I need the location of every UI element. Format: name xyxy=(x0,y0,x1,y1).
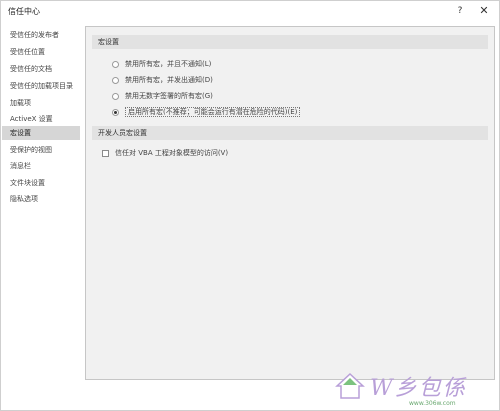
sidebar-item-activex-settings[interactable]: ActiveX 设置 xyxy=(2,112,80,126)
radio-button-checked-icon[interactable] xyxy=(112,108,119,116)
watermark-url: www.306w.com xyxy=(409,400,456,407)
developer-macro-settings-header: 开发人员宏设置 xyxy=(92,126,488,140)
sidebar-item-file-block-settings[interactable]: 文件块设置 xyxy=(2,176,80,190)
settings-panel: 宏设置 禁用所有宏，并且不通知(L) 禁用所有宏，并发出通知(D) 禁用无数字签… xyxy=(85,26,495,380)
title-bar: 信任中心 ? ✕ xyxy=(1,1,499,21)
sidebar: 受信任的发布者 受信任位置 受信任的文档 受信任的加载项目录 加载项 Activ… xyxy=(2,26,80,381)
radio-button-icon[interactable] xyxy=(112,60,119,68)
radio-disable-all-no-notify[interactable]: 禁用所有宏，并且不通知(L) xyxy=(112,58,211,70)
house-logo-icon xyxy=(335,372,365,399)
sidebar-item-trusted-addin-catalogs[interactable]: 受信任的加载项目录 xyxy=(2,79,80,93)
sidebar-item-trusted-locations[interactable]: 受信任位置 xyxy=(2,45,80,59)
trust-center-dialog: 信任中心 ? ✕ 受信任的发布者 受信任位置 受信任的文档 受信任的加载项目录 … xyxy=(0,0,500,411)
help-button[interactable]: ? xyxy=(453,4,467,18)
radio-enable-all[interactable]: 启用所有宏(不推荐；可能会运行有潜在危险的代码)(E) xyxy=(112,106,301,118)
checkbox-icon[interactable] xyxy=(102,149,109,157)
vba-access-checkbox-row[interactable]: 信任对 VBA 工程对象模型的访问(V) xyxy=(102,147,228,159)
watermark-logo-text: W乡包係 xyxy=(370,376,467,401)
site-watermark: W乡包係 www.306w.com xyxy=(335,370,495,408)
vba-access-label: 信任对 VBA 工程对象模型的访问(V) xyxy=(115,149,229,157)
sidebar-item-protected-view[interactable]: 受保护的视图 xyxy=(2,143,80,157)
radio-label: 禁用所有宏，并且不通知(L) xyxy=(125,60,212,68)
sidebar-item-message-bar[interactable]: 消息栏 xyxy=(2,159,80,173)
macro-settings-header: 宏设置 xyxy=(92,35,488,49)
sidebar-item-macro-settings[interactable]: 宏设置 xyxy=(2,126,80,140)
close-button[interactable]: ✕ xyxy=(477,4,491,18)
radio-label: 禁用所有宏，并发出通知(D) xyxy=(125,76,213,84)
radio-label: 禁用无数字签署的所有宏(G) xyxy=(125,92,213,100)
radio-disable-unsigned[interactable]: 禁用无数字签署的所有宏(G) xyxy=(112,90,213,102)
radio-disable-all-notify[interactable]: 禁用所有宏，并发出通知(D) xyxy=(112,74,213,86)
sidebar-item-trusted-publishers[interactable]: 受信任的发布者 xyxy=(2,28,80,42)
radio-label: 启用所有宏(不推荐；可能会运行有潜在危险的代码)(E) xyxy=(125,107,301,117)
dialog-title: 信任中心 xyxy=(8,7,40,16)
radio-button-icon[interactable] xyxy=(112,76,119,84)
sidebar-item-trusted-documents[interactable]: 受信任的文档 xyxy=(2,62,80,76)
radio-button-icon[interactable] xyxy=(112,92,119,100)
sidebar-item-addins[interactable]: 加载项 xyxy=(2,96,80,110)
sidebar-item-privacy-options[interactable]: 隐私选项 xyxy=(2,192,80,206)
